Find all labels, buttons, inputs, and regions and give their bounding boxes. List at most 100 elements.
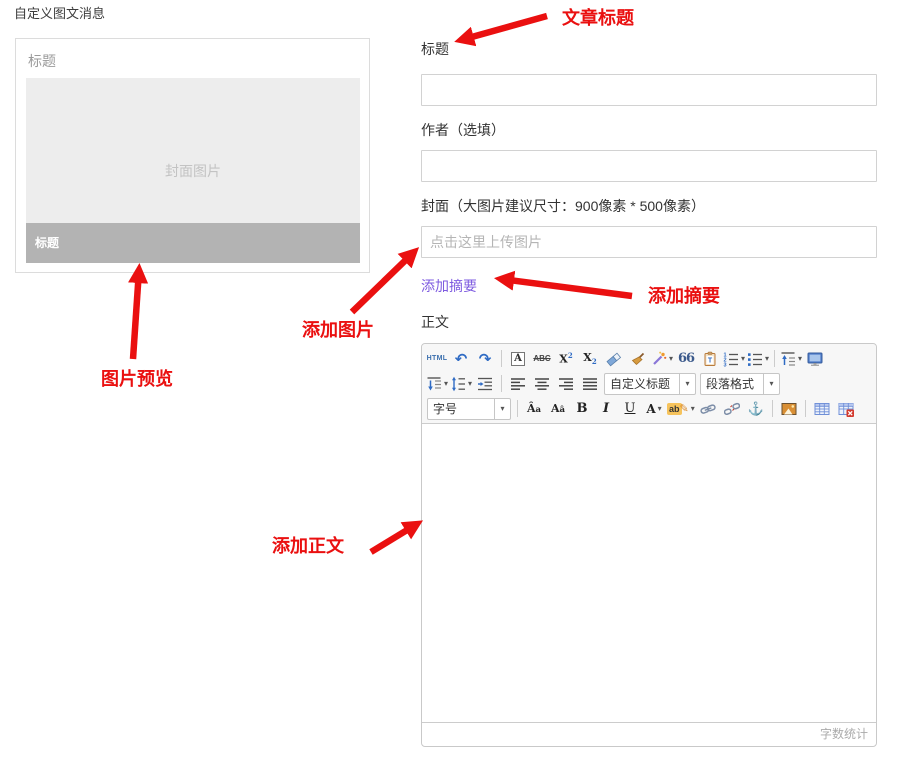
- editor-content-area[interactable]: [422, 424, 876, 722]
- delete-table-button[interactable]: [835, 398, 857, 420]
- html-source-icon: HTML: [427, 355, 448, 362]
- highlight-color-icon: ab✎: [667, 402, 689, 415]
- insert-table-icon: [814, 401, 830, 417]
- blockquote-button[interactable]: 66: [675, 348, 697, 370]
- indent-button[interactable]: [474, 373, 496, 395]
- subscript-button[interactable]: X2: [579, 348, 601, 370]
- custom-heading-select[interactable]: 自定义标题▾: [604, 373, 696, 395]
- author-label: 作者（选填）: [421, 120, 877, 140]
- paragraph-spacing-top-icon: [780, 351, 796, 367]
- preview-cover-area: 封面图片 标题: [26, 78, 360, 263]
- char-border-button[interactable]: A: [507, 348, 529, 370]
- remove-format-button[interactable]: [603, 348, 625, 370]
- insert-image-button[interactable]: [778, 398, 800, 420]
- remove-link-button[interactable]: [721, 398, 743, 420]
- cover-upload-input[interactable]: [421, 226, 877, 258]
- paste-plain-button[interactable]: T: [699, 348, 721, 370]
- preview-icon: [807, 351, 823, 367]
- align-left-button[interactable]: [507, 373, 529, 395]
- auto-typeset-button[interactable]: ▾: [651, 348, 673, 370]
- paragraph-spacing-bottom-button[interactable]: ▾: [426, 373, 448, 395]
- arrow-add-summary: [501, 279, 632, 296]
- annotation-image-preview: 图片预览: [101, 365, 173, 391]
- preview-title-text: 标题: [28, 51, 56, 71]
- auto-typeset-icon: [651, 351, 667, 367]
- title-input[interactable]: [421, 74, 877, 106]
- insert-link-icon: [700, 401, 716, 417]
- toolbar-separator: [501, 350, 502, 367]
- undo-button[interactable]: ↶: [450, 348, 472, 370]
- chevron-down-icon[interactable]: ▾: [679, 374, 695, 394]
- arrow-article-title: [461, 16, 547, 40]
- add-summary-link[interactable]: 添加摘要: [421, 276, 477, 296]
- paragraph-format-select[interactable]: 段落格式▾: [700, 373, 780, 395]
- align-left-icon: [510, 376, 526, 392]
- italic-icon: I: [603, 401, 609, 416]
- preview-button[interactable]: [804, 348, 826, 370]
- author-input[interactable]: [421, 150, 877, 182]
- underline-icon: U: [625, 401, 636, 416]
- chevron-down-icon[interactable]: ▾: [691, 404, 695, 413]
- toolbar-separator: [774, 350, 775, 367]
- chevron-down-icon[interactable]: ▾: [494, 399, 510, 419]
- to-uppercase-button[interactable]: Ȃa: [523, 398, 545, 420]
- ordered-list-button[interactable]: 123▾: [723, 348, 745, 370]
- custom-message-editor-page: 自定义图文消息 标题 封面图片 标题 标题 作者（选填） 封面（大图片建议尺寸：…: [0, 0, 900, 759]
- format-brush-button[interactable]: [627, 348, 649, 370]
- italic-button[interactable]: I: [595, 398, 617, 420]
- word-count-label: 字数统计: [820, 727, 868, 741]
- line-height-button[interactable]: ▾: [450, 373, 472, 395]
- chevron-down-icon[interactable]: ▾: [765, 354, 769, 363]
- html-source-button[interactable]: HTML: [426, 348, 448, 370]
- to-uppercase-icon: Ȃa: [527, 402, 541, 415]
- font-size-select-label: 字号: [428, 400, 494, 417]
- chevron-down-icon[interactable]: ▾: [669, 354, 673, 363]
- remove-format-icon: [606, 351, 622, 367]
- redo-icon: ↷: [479, 350, 492, 368]
- chevron-down-icon[interactable]: ▾: [468, 379, 472, 388]
- chevron-down-icon[interactable]: ▾: [763, 374, 779, 394]
- underline-button[interactable]: U: [619, 398, 641, 420]
- insert-link-button[interactable]: [697, 398, 719, 420]
- ordered-list-icon: 123: [723, 351, 739, 367]
- blockquote-icon: 66: [678, 351, 694, 366]
- paragraph-format-select-label: 段落格式: [701, 375, 763, 392]
- indent-icon: [477, 376, 493, 392]
- arrow-image-preview: [133, 270, 139, 359]
- insert-image-icon: [781, 401, 797, 417]
- highlight-color-button[interactable]: ab✎▾: [667, 398, 695, 420]
- rich-text-editor: HTML↶↷AABCX2X2▾66T123▾▾▾ ▾▾自定义标题▾段落格式▾ 字…: [421, 343, 877, 747]
- font-color-icon: A: [646, 402, 655, 416]
- annotation-add-body: 添加正文: [272, 532, 344, 558]
- to-lowercase-button[interactable]: Aȃ: [547, 398, 569, 420]
- font-color-button[interactable]: A▾: [643, 398, 665, 420]
- unordered-list-button[interactable]: ▾: [747, 348, 769, 370]
- strikethrough-button[interactable]: ABC: [531, 348, 553, 370]
- remove-link-icon: [724, 401, 740, 417]
- paragraph-spacing-bottom-icon: [426, 376, 442, 392]
- insert-table-button[interactable]: [811, 398, 833, 420]
- toolbar-separator: [805, 400, 806, 417]
- superscript-button[interactable]: X2: [555, 348, 577, 370]
- font-size-select[interactable]: 字号▾: [427, 398, 511, 420]
- align-center-button[interactable]: [531, 373, 553, 395]
- align-center-icon: [534, 376, 550, 392]
- chevron-down-icon[interactable]: ▾: [798, 354, 802, 363]
- superscript-icon: X2: [559, 351, 572, 366]
- paragraph-spacing-top-button[interactable]: ▾: [780, 348, 802, 370]
- line-height-icon: [450, 376, 466, 392]
- align-right-button[interactable]: [555, 373, 577, 395]
- anchor-button[interactable]: ⚓: [745, 398, 767, 420]
- anchor-icon: ⚓: [748, 401, 764, 417]
- redo-button[interactable]: ↷: [474, 348, 496, 370]
- chevron-down-icon[interactable]: ▾: [444, 379, 448, 388]
- toolbar-separator: [517, 400, 518, 417]
- bold-button[interactable]: B: [571, 398, 593, 420]
- strikethrough-icon: ABC: [533, 354, 550, 363]
- align-justify-icon: [582, 376, 598, 392]
- chevron-down-icon[interactable]: ▾: [741, 354, 745, 363]
- bold-icon: B: [577, 401, 588, 416]
- align-justify-button[interactable]: [579, 373, 601, 395]
- toolbar-separator: [772, 400, 773, 417]
- chevron-down-icon[interactable]: ▾: [658, 404, 662, 413]
